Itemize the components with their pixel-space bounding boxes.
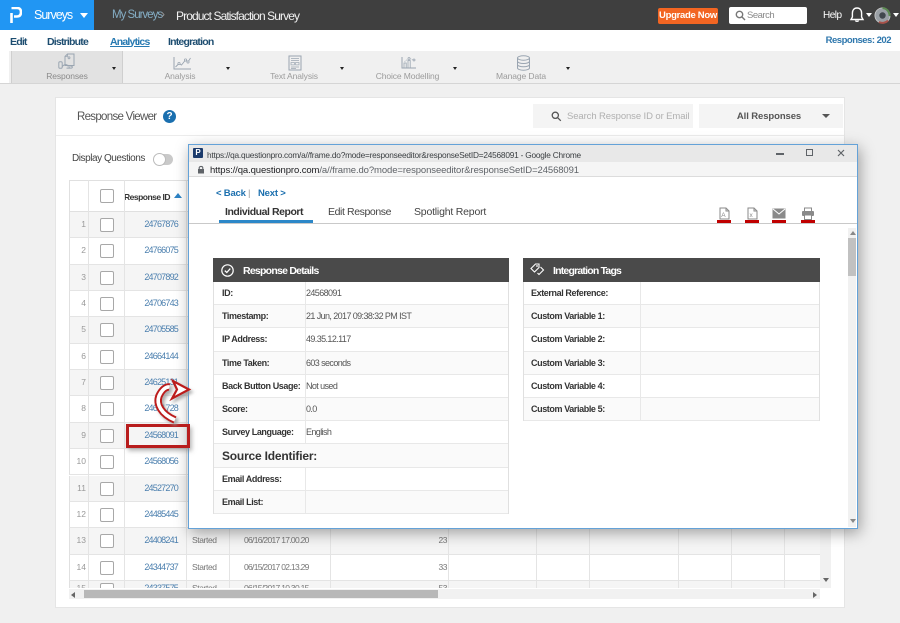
svg-text:x: x (750, 212, 754, 219)
svg-text:A: A (721, 212, 726, 219)
